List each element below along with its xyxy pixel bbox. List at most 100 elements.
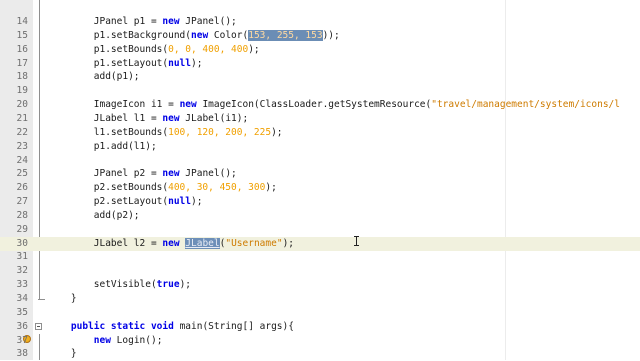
code-token: Color( bbox=[208, 29, 249, 41]
line-number: 27 bbox=[16, 196, 28, 208]
code-text[interactable]: } bbox=[48, 347, 77, 361]
code-token: public static void bbox=[70, 320, 174, 332]
code-text[interactable]: JLabel l2 = new JLabel("Username"); bbox=[48, 237, 294, 251]
code-token: new bbox=[93, 334, 111, 346]
code-text[interactable]: add(p1); bbox=[48, 70, 140, 84]
code-text[interactable]: p1.add(l1); bbox=[48, 140, 157, 154]
line-number: 36 bbox=[16, 320, 28, 332]
code-text[interactable]: p1.setBackground(new Color(153, 255, 153… bbox=[48, 29, 340, 43]
line-number: 31 bbox=[16, 251, 28, 263]
code-token: new bbox=[162, 112, 180, 124]
code-line[interactable]: 33 setVisible(true); bbox=[0, 278, 640, 292]
code-line[interactable]: 27 p2.setLayout(null); bbox=[0, 195, 640, 209]
code-token: p1.add(l1); bbox=[48, 140, 157, 152]
code-token: JPanel p2 = bbox=[48, 168, 163, 180]
code-text[interactable]: p1.setLayout(null); bbox=[48, 57, 203, 71]
code-token: new bbox=[179, 99, 197, 111]
code-token: main(String[] args){ bbox=[173, 320, 294, 332]
code-text[interactable]: JLabel l1 = new JLabel(i1); bbox=[48, 112, 248, 126]
code-token: new bbox=[162, 237, 180, 249]
code-text[interactable]: add(p2); bbox=[48, 209, 140, 223]
code-line[interactable]: 22 l1.setBounds(100, 120, 200, 225); bbox=[0, 126, 640, 140]
code-text[interactable]: ImageIcon i1 = new ImageIcon(ClassLoader… bbox=[48, 98, 620, 112]
code-text[interactable]: JPanel p1 = new JPanel(); bbox=[48, 15, 237, 29]
code-text[interactable]: } bbox=[48, 292, 77, 306]
code-text[interactable]: l1.setBounds(100, 120, 200, 225); bbox=[48, 126, 283, 140]
code-line[interactable]: 31 bbox=[0, 250, 640, 264]
line-number: 20 bbox=[16, 99, 28, 111]
code-line[interactable]: 15 p1.setBackground(new Color(153, 255, … bbox=[0, 29, 640, 43]
code-line[interactable]: 34 } bbox=[0, 292, 640, 306]
code-line[interactable]: 14 JPanel p1 = new JPanel(); bbox=[0, 15, 640, 29]
code-token: ); bbox=[271, 126, 283, 138]
code-line[interactable]: 32 bbox=[0, 264, 640, 278]
line-number: 34 bbox=[16, 293, 28, 304]
code-text[interactable]: JPanel p2 = new JPanel(); bbox=[48, 167, 237, 181]
code-token: JLabel l1 = bbox=[48, 112, 163, 124]
code-text[interactable]: public static void main(String[] args){ bbox=[48, 320, 294, 334]
code-token: p1.setBounds( bbox=[48, 43, 169, 55]
code-token: ); bbox=[179, 279, 192, 291]
line-number: 21 bbox=[16, 112, 28, 124]
line-number: 22 bbox=[16, 126, 28, 138]
code-token: setVisible( bbox=[48, 279, 157, 291]
code-line[interactable]: 25 JPanel p2 = new JPanel(); bbox=[0, 167, 640, 181]
line-number: 26 bbox=[16, 182, 28, 194]
code-token: } bbox=[48, 348, 77, 360]
code-line[interactable]: 37 new Login(); bbox=[0, 334, 640, 348]
code-token: p1.setBackground( bbox=[48, 29, 191, 41]
line-number: 19 bbox=[16, 85, 28, 97]
code-line[interactable]: 30 JLabel l2 = new JLabel("Username"); bbox=[0, 236, 640, 251]
code-token: null bbox=[168, 57, 191, 69]
code-line[interactable]: 21 JLabel l1 = new JLabel(i1); bbox=[0, 112, 640, 126]
code-line[interactable]: 19 bbox=[0, 84, 640, 98]
code-token: p1.setLayout( bbox=[48, 57, 169, 69]
line-number: 16 bbox=[16, 43, 28, 55]
code-token: JPanel(); bbox=[179, 168, 237, 180]
code-token: )); bbox=[322, 29, 340, 41]
code-text[interactable]: setVisible(true); bbox=[48, 278, 191, 292]
code-text[interactable]: new Login(); bbox=[48, 334, 163, 348]
code-line[interactable]: 23 p1.add(l1); bbox=[0, 140, 640, 154]
line-number: 33 bbox=[16, 279, 28, 291]
code-line[interactable]: 35 bbox=[0, 306, 640, 320]
code-line[interactable]: 18 add(p1); bbox=[0, 70, 640, 84]
code-token: 100, 120, 200, 225 bbox=[168, 126, 272, 138]
code-line[interactable]: 24 bbox=[0, 154, 640, 168]
code-line[interactable]: 26 p2.setBounds(400, 30, 450, 300); bbox=[0, 181, 640, 195]
code-token: } bbox=[48, 293, 77, 304]
code-text[interactable]: p2.setLayout(null); bbox=[48, 195, 203, 209]
code-line[interactable]: 28 add(p2); bbox=[0, 209, 640, 223]
code-text[interactable]: p2.setBounds(400, 30, 450, 300); bbox=[48, 181, 277, 195]
code-text[interactable]: p1.setBounds(0, 0, 400, 400); bbox=[48, 43, 260, 57]
code-token: JLabel(i1); bbox=[179, 112, 249, 124]
code-line[interactable]: 38 } bbox=[0, 347, 640, 361]
line-number: 30 bbox=[16, 237, 28, 249]
text-cursor-icon bbox=[354, 236, 359, 246]
line-number: 32 bbox=[16, 265, 28, 277]
code-token: 153, 255, 153 bbox=[248, 29, 323, 41]
code-token: true bbox=[156, 279, 180, 291]
code-token: JPanel p1 = bbox=[48, 16, 163, 27]
code-line[interactable]: 36 public static void main(String[] args… bbox=[0, 320, 640, 334]
code-token: "travel/management/system/icons/l bbox=[431, 99, 620, 111]
code-token: ); bbox=[265, 182, 277, 194]
line-number: 28 bbox=[16, 209, 28, 221]
line-number: 29 bbox=[16, 223, 28, 235]
line-number: 37 bbox=[16, 334, 28, 346]
line-number: 14 bbox=[16, 16, 28, 27]
code-token: 400, 30, 450, 300 bbox=[168, 182, 266, 194]
code-token: null bbox=[168, 196, 191, 208]
code-token: JLabel bbox=[185, 237, 220, 249]
line-number: 23 bbox=[16, 140, 28, 152]
code-line[interactable]: 29 bbox=[0, 223, 640, 237]
code-line[interactable]: 16 p1.setBounds(0, 0, 400, 400); bbox=[0, 43, 640, 57]
code-line[interactable]: 20 ImageIcon i1 = new ImageIcon(ClassLoa… bbox=[0, 98, 640, 112]
code-token: ); bbox=[191, 196, 203, 208]
code-token: 0, 0, 400, 400 bbox=[168, 43, 249, 55]
code-token: add(p2); bbox=[48, 209, 140, 221]
code-token: ); bbox=[282, 237, 295, 249]
code-token: ); bbox=[248, 43, 260, 55]
code-line[interactable]: 17 p1.setLayout(null); bbox=[0, 57, 640, 71]
